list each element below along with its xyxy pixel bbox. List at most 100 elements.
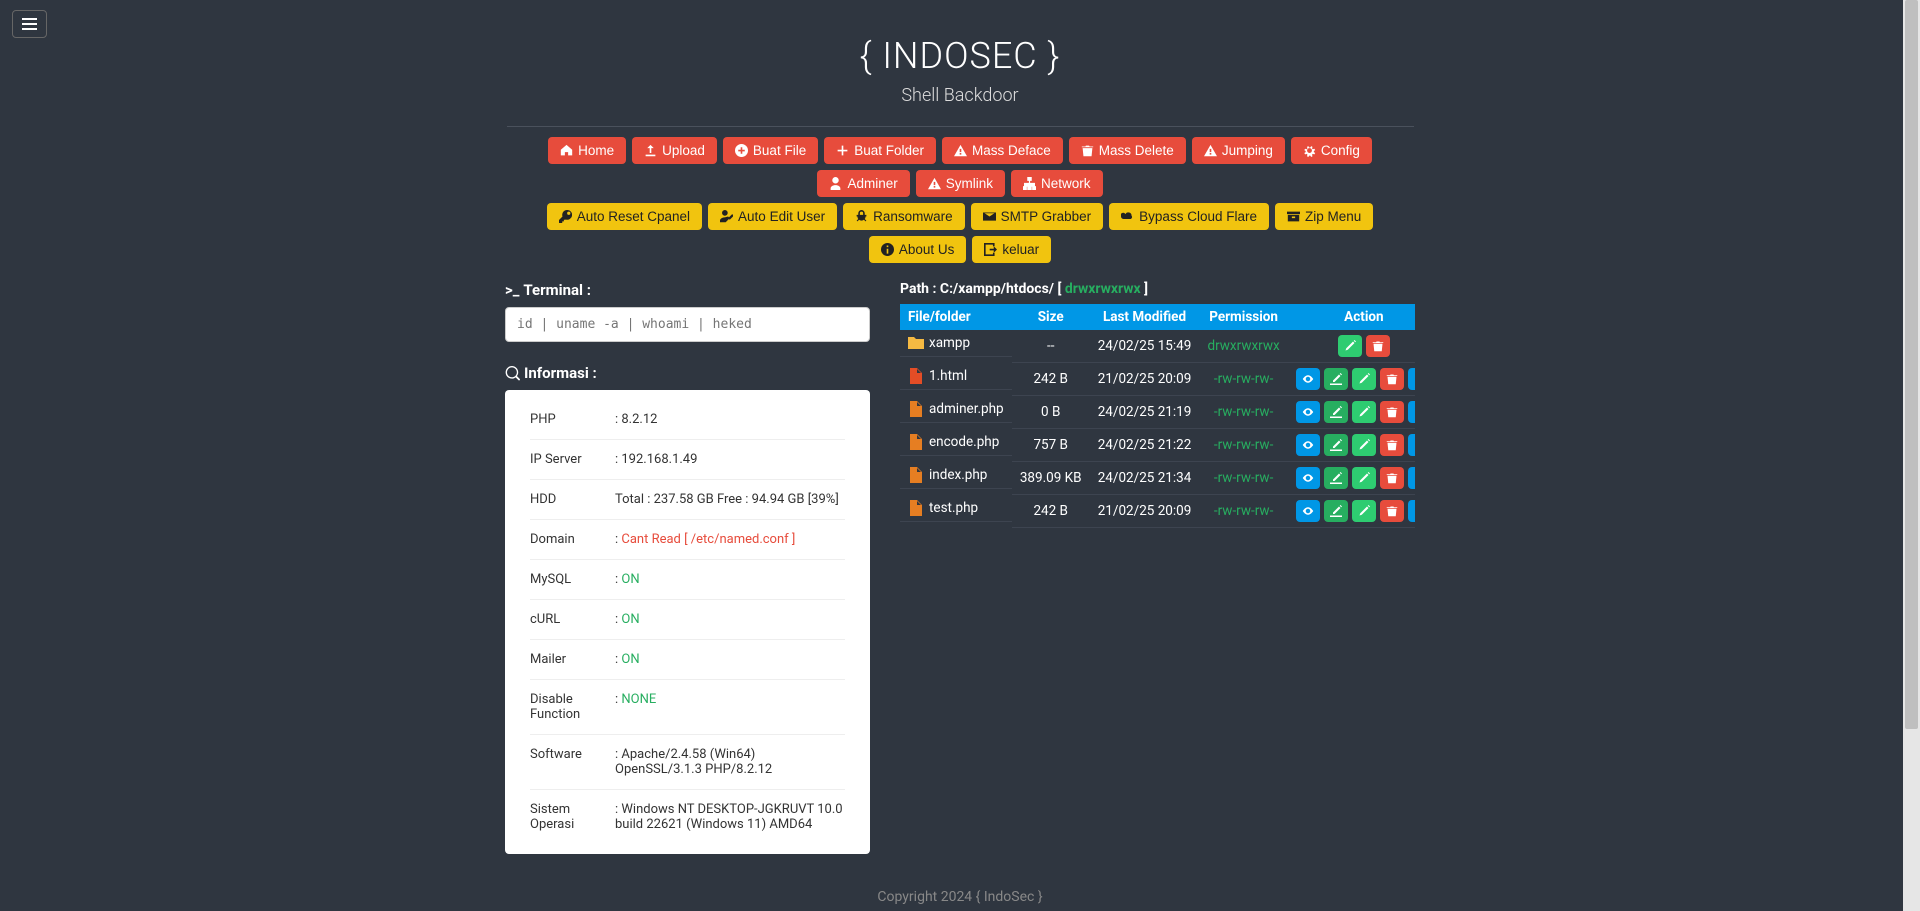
edit-button[interactable] — [1352, 401, 1376, 423]
rename-icon — [1330, 373, 1342, 385]
upload-button[interactable]: Upload — [632, 137, 717, 164]
file-permission[interactable]: -rw-rw-rw- — [1199, 429, 1287, 462]
path-segment[interactable]: xampp — [958, 281, 1001, 297]
edit-button[interactable] — [1352, 467, 1376, 489]
keluar-button[interactable]: keluar — [972, 236, 1051, 263]
info-row: Disable Function : NONE — [530, 680, 845, 735]
file-name[interactable]: adminer.php — [929, 401, 1004, 417]
rename-button[interactable] — [1324, 467, 1348, 489]
rename-button[interactable] — [1324, 434, 1348, 456]
path-segment[interactable]: C: — [940, 281, 953, 297]
mass-delete-button[interactable]: Mass Delete — [1069, 137, 1186, 164]
delete-button[interactable] — [1380, 467, 1404, 489]
file-name[interactable]: xampp — [929, 335, 970, 351]
table-row: encode.php 757 B 24/02/25 21:22 -rw-rw-r… — [900, 429, 1415, 462]
about-us-button[interactable]: About Us — [869, 236, 967, 263]
download-button[interactable] — [1408, 467, 1415, 489]
trash-icon — [1386, 472, 1398, 484]
network-button[interactable]: Network — [1011, 170, 1103, 197]
delete-button[interactable] — [1380, 368, 1404, 390]
rename-icon — [1330, 505, 1342, 517]
view-button[interactable] — [1296, 401, 1320, 423]
table-row: index.php 389.09 KB 24/02/25 21:34 -rw-r… — [900, 462, 1415, 495]
auto-edit-user-button[interactable]: Auto Edit User — [708, 203, 837, 230]
download-button[interactable] — [1408, 401, 1415, 423]
file-name[interactable]: test.php — [929, 500, 978, 516]
delete-button[interactable] — [1380, 434, 1404, 456]
file-permission[interactable]: -rw-rw-rw- — [1199, 495, 1287, 528]
rename-button[interactable] — [1324, 368, 1348, 390]
terminal-input[interactable] — [505, 307, 870, 342]
warning-icon — [928, 177, 941, 190]
view-button[interactable] — [1296, 467, 1320, 489]
cloud-icon — [1121, 210, 1134, 223]
table-header: Last Modified — [1090, 304, 1200, 330]
mass-deface-button[interactable]: Mass Deface — [942, 137, 1063, 164]
pencil-icon — [1358, 406, 1370, 418]
edit-button[interactable] — [1352, 500, 1376, 522]
sitemap-icon — [1023, 177, 1036, 190]
file-name[interactable]: encode.php — [929, 434, 999, 450]
edit-button[interactable] — [1352, 434, 1376, 456]
folder-icon — [908, 335, 924, 351]
file-icon — [908, 368, 924, 384]
smtp-grabber-button[interactable]: SMTP Grabber — [971, 203, 1104, 230]
zip-menu-button[interactable]: Zip Menu — [1275, 203, 1373, 230]
home-button[interactable]: Home — [548, 137, 626, 164]
edit-button[interactable] — [1352, 368, 1376, 390]
download-button[interactable] — [1408, 368, 1415, 390]
php-icon — [908, 434, 924, 450]
terminal-header: >_Terminal : — [505, 281, 870, 299]
delete-button[interactable] — [1380, 500, 1404, 522]
search-icon — [505, 366, 520, 381]
download-button[interactable] — [1408, 434, 1415, 456]
pencil-icon — [1344, 340, 1356, 352]
buat-file-button[interactable]: Buat File — [723, 137, 818, 164]
file-permission[interactable]: -rw-rw-rw- — [1199, 396, 1287, 429]
view-button[interactable] — [1296, 500, 1320, 522]
pencil-icon — [1358, 505, 1370, 517]
rename-icon — [1330, 439, 1342, 451]
file-modified: 24/02/25 21:19 — [1090, 396, 1200, 429]
php-icon — [908, 401, 924, 417]
file-modified: 21/02/25 20:09 — [1090, 495, 1200, 528]
adminer-button[interactable]: Adminer — [817, 170, 909, 197]
menu-toggle[interactable] — [12, 10, 47, 38]
download-button[interactable] — [1408, 500, 1415, 522]
home-icon — [560, 144, 573, 157]
file-table-scroll[interactable]: File/folderSizeLast ModifiedPermissionAc… — [900, 304, 1415, 528]
jumping-button[interactable]: Jumping — [1192, 137, 1285, 164]
auto-reset-cpanel-button[interactable]: Auto Reset Cpanel — [547, 203, 702, 230]
view-button[interactable] — [1296, 434, 1320, 456]
file-icon — [908, 434, 924, 450]
file-permission[interactable]: drwxrwxrwx — [1199, 330, 1287, 363]
info-icon — [881, 243, 894, 256]
rename-button[interactable] — [1324, 500, 1348, 522]
table-header: Size — [1012, 304, 1090, 330]
bypass-cloud-flare-button[interactable]: Bypass Cloud Flare — [1109, 203, 1269, 230]
buat-folder-button[interactable]: Buat Folder — [824, 137, 936, 164]
warning-icon — [1204, 144, 1217, 157]
edit-button[interactable] — [1338, 335, 1362, 357]
view-button[interactable] — [1296, 368, 1320, 390]
rename-button[interactable] — [1324, 401, 1348, 423]
toolbar-yellow: Auto Reset CpanelAuto Edit UserRansomwar… — [505, 203, 1415, 263]
file-size: 757 B — [1012, 429, 1090, 462]
delete-button[interactable] — [1380, 401, 1404, 423]
file-name[interactable]: 1.html — [929, 368, 967, 384]
path-permission[interactable]: drwxrwxrwx — [1065, 281, 1141, 297]
file-permission[interactable]: -rw-rw-rw- — [1199, 363, 1287, 396]
window-scrollbar[interactable] — [1903, 0, 1920, 911]
file-icon — [908, 401, 924, 417]
plus-circle-icon — [735, 144, 748, 157]
ransomware-button[interactable]: Ransomware — [843, 203, 965, 230]
config-button[interactable]: Config — [1291, 137, 1372, 164]
pencil-icon — [1358, 439, 1370, 451]
pencil-icon — [1358, 472, 1370, 484]
eye-icon — [1302, 373, 1314, 385]
symlink-button[interactable]: Symlink — [916, 170, 1005, 197]
delete-button[interactable] — [1366, 335, 1390, 357]
file-permission[interactable]: -rw-rw-rw- — [1199, 462, 1287, 495]
file-name[interactable]: index.php — [929, 467, 987, 483]
path-segment[interactable]: htdocs — [1006, 281, 1049, 297]
